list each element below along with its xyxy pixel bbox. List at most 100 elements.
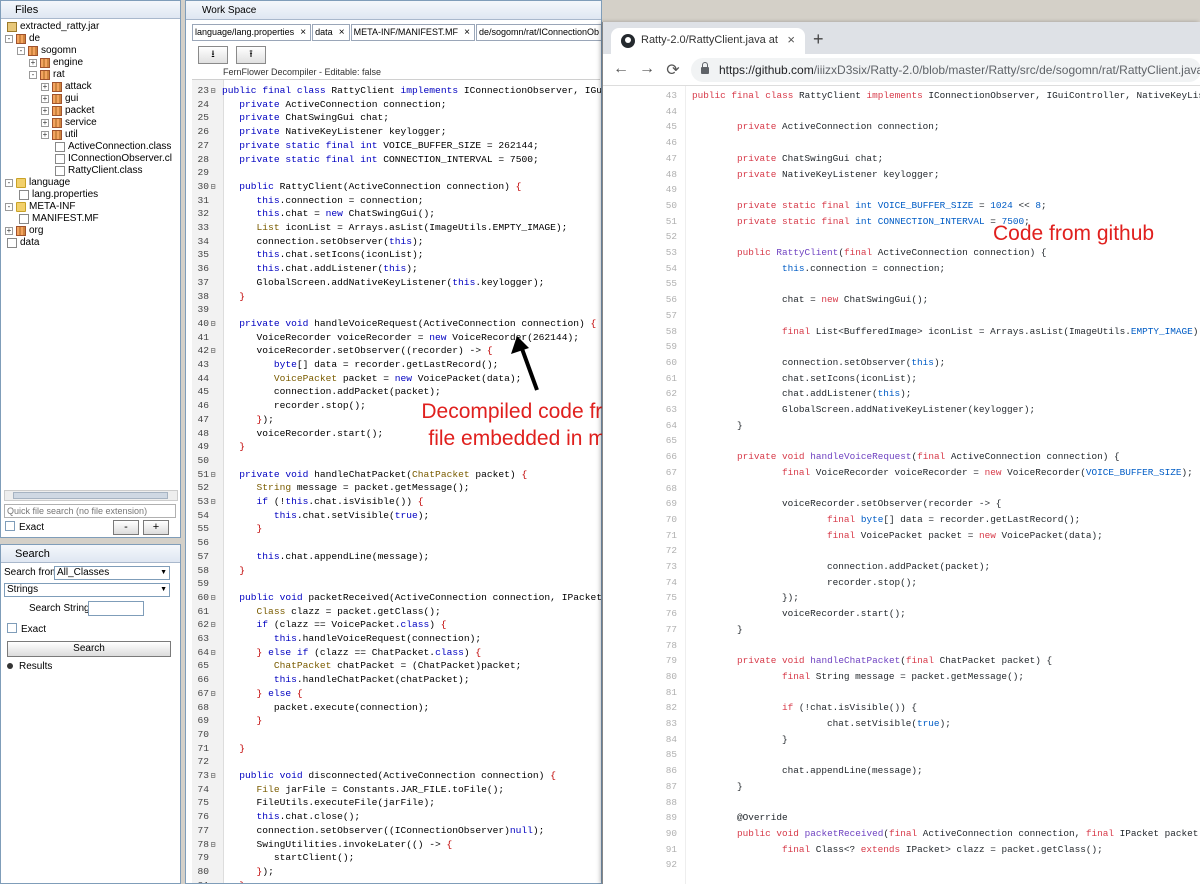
quick-file-search-input[interactable]: Quick file search (no file extension) <box>4 504 176 518</box>
search-string-input[interactable] <box>88 601 144 616</box>
line-number[interactable]: 91 <box>603 842 677 858</box>
export-upload-button[interactable]: ⭱ <box>236 46 266 64</box>
fold-toggle-icon[interactable]: ⊟ <box>209 647 217 661</box>
scrollbar-thumb[interactable] <box>13 492 168 499</box>
line-number[interactable]: 77 <box>603 622 677 638</box>
tab-data[interactable]: data × <box>312 24 350 41</box>
line-number[interactable]: 85 <box>603 747 677 763</box>
fold-toggle-icon[interactable]: ⊟ <box>209 85 217 99</box>
line-number[interactable]: 90 <box>603 826 677 842</box>
tree-item[interactable]: extracted_ratty.jar <box>1 21 180 33</box>
results-node[interactable]: Results <box>7 661 52 672</box>
fold-toggle-icon[interactable]: ⊟ <box>209 181 217 195</box>
line-number[interactable]: 70 <box>603 512 677 528</box>
expand-node-icon[interactable]: + <box>29 59 37 67</box>
line-number[interactable]: 89 <box>603 810 677 826</box>
search-type-select[interactable]: Strings ▼ <box>4 583 170 597</box>
line-number[interactable]: 76 <box>603 606 677 622</box>
line-number[interactable]: 73 <box>603 559 677 575</box>
line-number[interactable]: 52 <box>603 229 677 245</box>
tree-item[interactable]: data <box>1 237 180 249</box>
tree-item[interactable]: - sogomn <box>1 45 180 57</box>
tree-item[interactable]: - rat <box>1 69 180 81</box>
fold-toggle-icon[interactable]: ⊟ <box>209 839 217 853</box>
line-number[interactable]: 79 <box>603 653 677 669</box>
tree-item[interactable]: + attack <box>1 81 180 93</box>
line-number[interactable]: 45 <box>603 119 677 135</box>
browser-tab[interactable]: Ratty-2.0/RattyClient.java at mas × <box>611 28 805 54</box>
fold-toggle-icon[interactable]: ⊟ <box>209 592 217 606</box>
fold-toggle-icon[interactable]: ⊟ <box>209 619 217 633</box>
fold-toggle-icon[interactable]: ⊟ <box>209 469 217 483</box>
expand-node-icon[interactable]: + <box>41 119 49 127</box>
tree-item[interactable]: + service <box>1 117 180 129</box>
line-number[interactable]: 92 <box>603 857 677 873</box>
line-number[interactable]: 86 <box>603 763 677 779</box>
reload-button[interactable]: ⟳ <box>663 60 683 80</box>
line-number[interactable]: 84 <box>603 732 677 748</box>
line-number[interactable]: 53 <box>603 245 677 261</box>
back-button[interactable]: ← <box>611 60 631 78</box>
close-icon[interactable]: × <box>464 25 470 40</box>
line-number[interactable]: 66 <box>603 449 677 465</box>
tree-item[interactable]: - de <box>1 33 180 45</box>
line-number[interactable]: 69 <box>603 496 677 512</box>
collapse-node-icon[interactable]: - <box>17 47 25 55</box>
collapse-button[interactable]: - <box>113 520 139 535</box>
search-button[interactable]: Search <box>7 641 171 657</box>
line-number[interactable]: 72 <box>603 543 677 559</box>
line-number[interactable]: 81 <box>603 685 677 701</box>
tree-item[interactable]: + util <box>1 129 180 141</box>
fold-toggle-icon[interactable]: ⊟ <box>209 688 217 702</box>
tree-item[interactable]: + engine <box>1 57 180 69</box>
line-number[interactable]: 82 <box>603 700 677 716</box>
tree-item[interactable]: RattyClient.class <box>1 165 180 177</box>
tab-manifest[interactable]: META-INF/MANIFEST.MF × <box>350 24 475 41</box>
line-number[interactable]: 44 <box>603 104 677 120</box>
tree-item[interactable]: ActiveConnection.class <box>1 141 180 153</box>
tree-item[interactable]: + gui <box>1 93 180 105</box>
checkbox-box[interactable] <box>5 521 15 531</box>
close-icon[interactable]: × <box>787 32 795 47</box>
line-number[interactable]: 59 <box>603 339 677 355</box>
checkbox-box[interactable] <box>7 623 17 633</box>
line-number[interactable]: 60 <box>603 355 677 371</box>
line-number[interactable]: 61 <box>603 371 677 387</box>
line-number[interactable]: 65 <box>603 433 677 449</box>
line-number[interactable]: 56 <box>603 292 677 308</box>
tree-item[interactable]: MANIFEST.MF <box>1 213 180 225</box>
line-number[interactable]: 62 <box>603 386 677 402</box>
line-number[interactable]: 48 <box>603 167 677 183</box>
line-number[interactable]: 58 <box>603 324 677 340</box>
close-icon[interactable]: × <box>339 25 345 40</box>
address-bar[interactable]: https://github.com/iiizxD3six/Ratty-2.0/… <box>691 58 1200 82</box>
search-exact-checkbox[interactable]: Exact <box>7 623 46 635</box>
line-number[interactable]: 49 <box>603 182 677 198</box>
forward-button[interactable]: → <box>637 60 657 78</box>
expand-button[interactable]: + <box>143 520 169 535</box>
line-number[interactable]: 50 <box>603 198 677 214</box>
line-number[interactable]: 55 <box>603 276 677 292</box>
search-from-select[interactable]: All_Classes ▼ <box>54 566 170 580</box>
line-number[interactable]: 74 <box>603 575 677 591</box>
line-number[interactable]: 63 <box>603 402 677 418</box>
line-number[interactable]: 67 <box>603 465 677 481</box>
files-exact-checkbox[interactable]: Exact <box>5 521 44 535</box>
expand-node-icon[interactable]: + <box>41 131 49 139</box>
tree-item[interactable]: lang.properties <box>1 189 180 201</box>
tree-item[interactable]: - META-INF <box>1 201 180 213</box>
fold-toggle-icon[interactable]: ⊟ <box>209 345 217 359</box>
fold-toggle-icon[interactable]: ⊟ <box>209 496 217 510</box>
line-number[interactable]: 47 <box>603 151 677 167</box>
line-number[interactable]: 57 <box>603 308 677 324</box>
line-number[interactable]: 68 <box>603 481 677 497</box>
collapse-node-icon[interactable]: - <box>5 203 13 211</box>
expand-node-icon[interactable]: + <box>41 83 49 91</box>
decompiled-code-view[interactable]: 23 ⊟ public final class RattyClient implem… <box>192 79 601 883</box>
line-number[interactable]: 51 <box>603 214 677 230</box>
file-tree-scrollbar[interactable] <box>4 490 178 501</box>
line-number[interactable]: 75 <box>603 590 677 606</box>
expand-node-icon[interactable]: + <box>41 107 49 115</box>
fold-toggle-icon[interactable]: ⊟ <box>209 318 217 332</box>
line-number[interactable]: 80 <box>603 669 677 685</box>
